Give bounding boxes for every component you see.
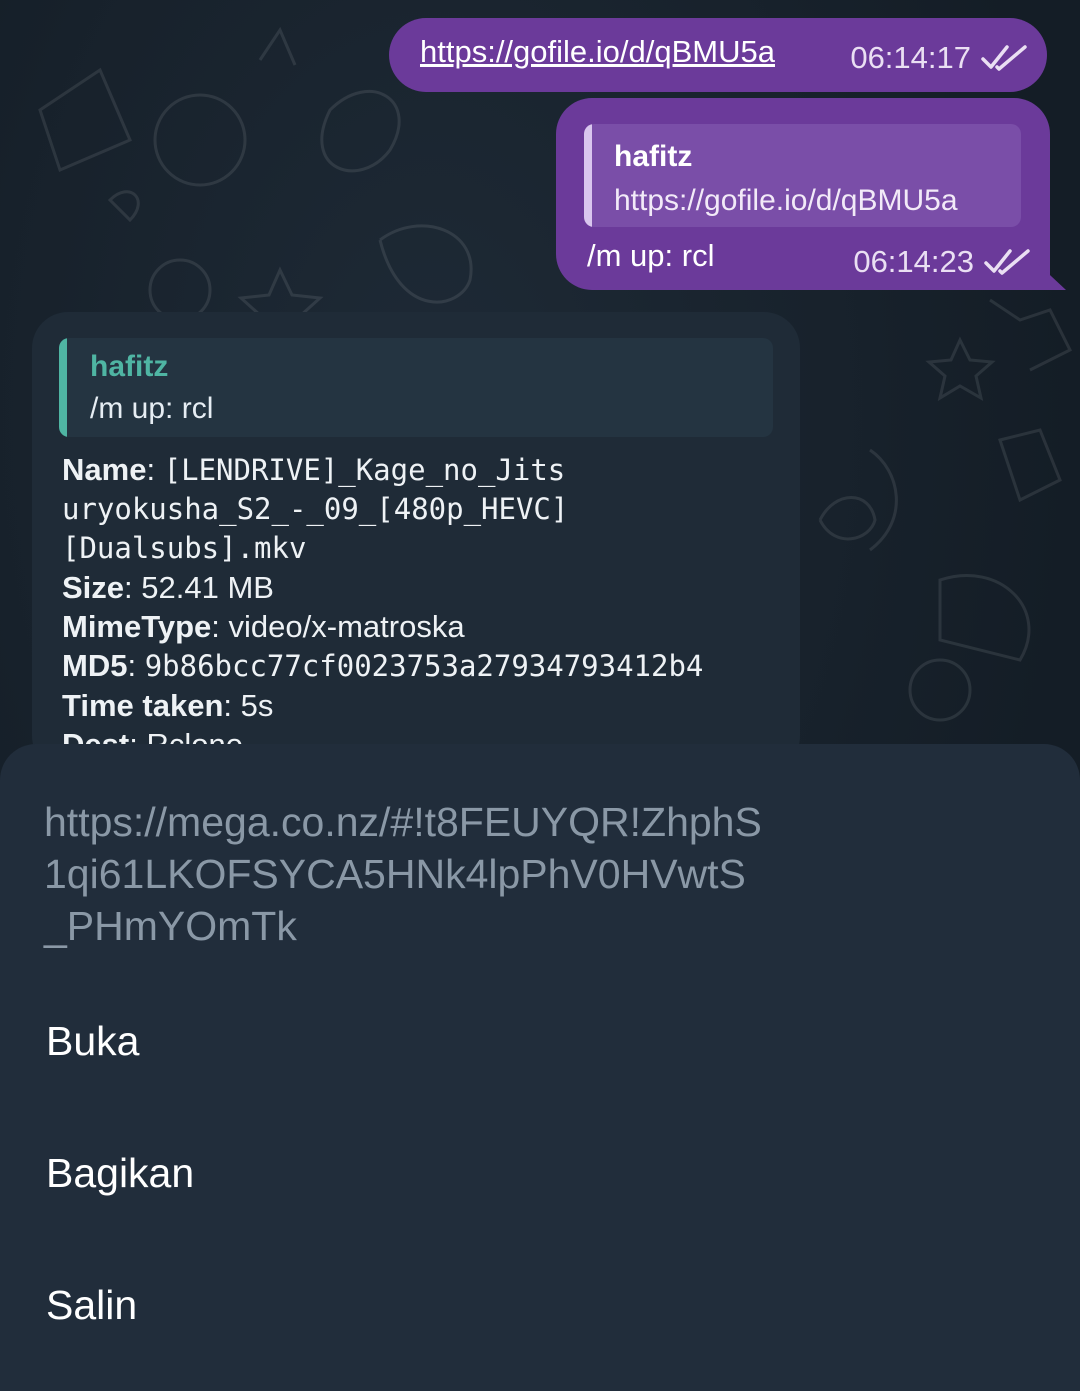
reply-accent-bar (59, 338, 67, 437)
upload-info: Name: [LENDRIVE]_Kage_no_Jits uryokusha_… (62, 450, 782, 764)
info-label: Name (62, 452, 147, 487)
file-name-cont: [Dualsubs].mkv (62, 531, 307, 565)
copy-link-button[interactable]: Salin (0, 1239, 1080, 1371)
message-time: 06:14:17 (850, 40, 971, 75)
time-taken: 5s (240, 688, 274, 723)
reply-preview[interactable]: hafitz /m up: rcl (59, 338, 773, 437)
info-label: Time taken (62, 688, 224, 723)
info-mime-row: MimeType: video/x-matroska (62, 609, 465, 644)
double-check-icon (984, 248, 1032, 276)
file-name: [LENDRIVE]_Kage_no_Jits (163, 453, 566, 487)
reply-author: hafitz (614, 140, 693, 173)
message-link[interactable]: https://gofile.io/d/qBMU5a (420, 34, 775, 70)
mime-type: video/x-matroska (228, 609, 465, 644)
sheet-url-line: 1qi61LKOFSYCA5HNk4lpPhV0HVwtS (44, 851, 746, 897)
double-check-icon (981, 44, 1029, 72)
file-size: 52.41 MB (141, 570, 274, 605)
share-link-button[interactable]: Bagikan (0, 1107, 1080, 1239)
info-label: MimeType (62, 609, 212, 644)
outgoing-message[interactable]: https://gofile.io/d/qBMU5a 06:14:17 (389, 18, 1047, 92)
info-name-row: Name: [LENDRIVE]_Kage_no_Jits (62, 452, 566, 487)
reply-author: hafitz (90, 350, 169, 383)
info-label: MD5 (62, 648, 128, 683)
info-md5-row: MD5: 9b86bcc77cf0023753a27934793412b4 (62, 648, 704, 683)
outgoing-reply-message[interactable]: hafitz https://gofile.io/d/qBMU5a /m up:… (556, 98, 1066, 290)
file-name-cont: uryokusha_S2_-_09_[480p_HEVC] (62, 492, 569, 526)
incoming-message[interactable]: hafitz /m up: rcl Name: [LENDRIVE]_Kage_… (32, 312, 800, 772)
link-options-sheet: https://mega.co.nz/#!t8FEUYQR!ZhphS 1qi6… (0, 744, 1080, 1391)
reply-text: /m up: rcl (90, 392, 214, 425)
info-time-row: Time taken: 5s (62, 688, 274, 723)
sheet-url-line: https://mega.co.nz/#!t8FEUYQR!ZhphS (44, 799, 762, 845)
message-meta: 06:14:17 (850, 40, 1029, 76)
message-text: /m up: rcl (587, 238, 715, 273)
message-time: 06:14:23 (853, 244, 974, 279)
md5-hash: 9b86bcc77cf0023753a27934793412b4 (144, 649, 704, 683)
reply-accent-bar (584, 124, 592, 227)
message-meta: 06:14:23 (853, 244, 1032, 280)
info-size-row: Size: 52.41 MB (62, 570, 274, 605)
sheet-url-line: _PHmYOmTk (44, 903, 297, 949)
reply-preview[interactable]: hafitz https://gofile.io/d/qBMU5a (584, 124, 1021, 227)
sheet-url: https://mega.co.nz/#!t8FEUYQR!ZhphS 1qi6… (44, 796, 844, 952)
info-label: Size (62, 570, 125, 605)
open-link-button[interactable]: Buka (0, 975, 1080, 1107)
reply-text: https://gofile.io/d/qBMU5a (614, 184, 958, 217)
